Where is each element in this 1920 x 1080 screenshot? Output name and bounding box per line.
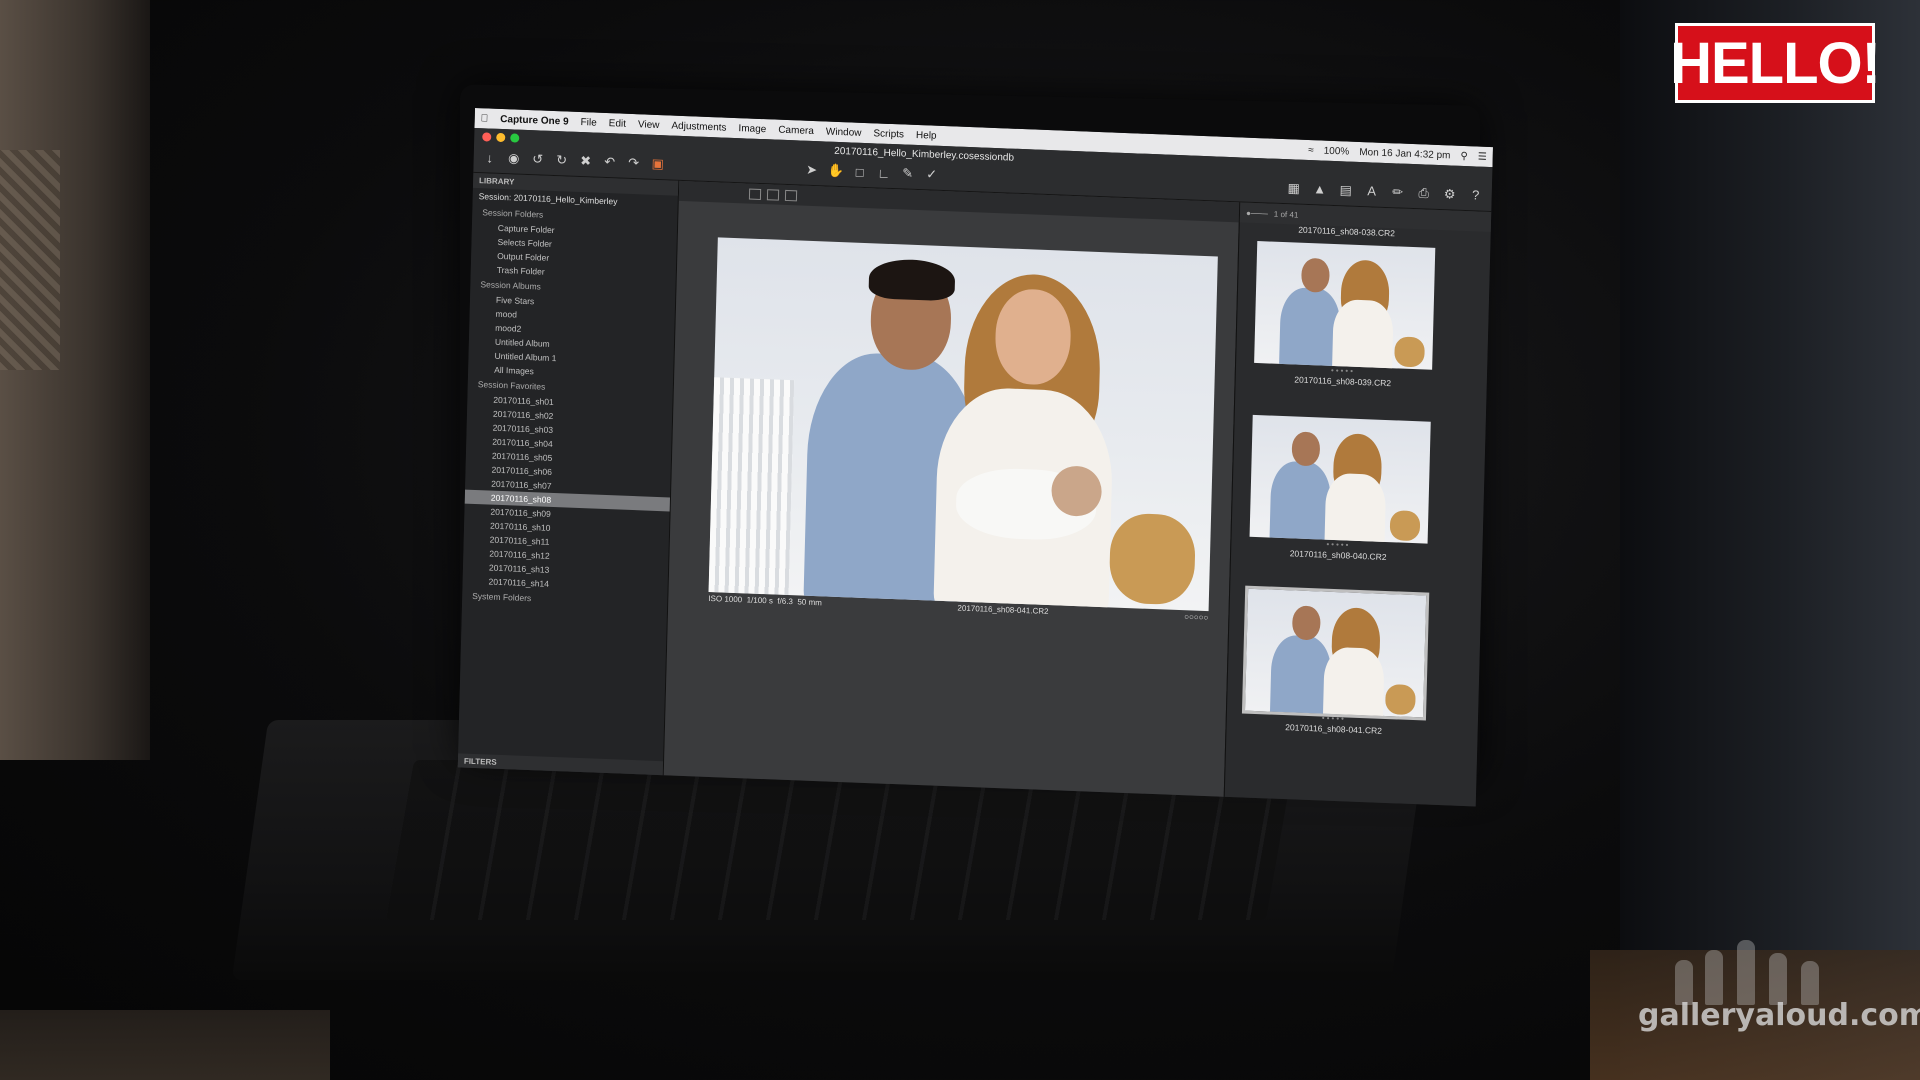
photo-filename: 20170116_sh08-041.CR2 bbox=[957, 603, 1049, 617]
browser-icon[interactable]: ▤ bbox=[1338, 182, 1354, 199]
filmstrip-thumb-selected[interactable]: ••••• 20170116_sh08-041.CR2 bbox=[1241, 585, 1430, 738]
delete-icon[interactable]: ✖ bbox=[578, 153, 594, 170]
laptop-screen:  Capture One 9 File Edit View Adjustmen… bbox=[457, 108, 1493, 807]
menu-file[interactable]: File bbox=[580, 117, 596, 129]
menubar-status: ≈ 100% Mon 16 Jan 4:32 pm ⚲ ☰ bbox=[1308, 145, 1487, 163]
background-wall-right bbox=[1620, 0, 1920, 1080]
redo-icon[interactable]: ↷ bbox=[626, 155, 642, 172]
rating-stars[interactable]: ○○○○○ bbox=[1184, 612, 1208, 629]
cursor-tool-icon[interactable]: ➤ bbox=[804, 162, 820, 179]
galleryaloud-silhouette-icon bbox=[1675, 935, 1825, 1005]
photo-cot bbox=[708, 377, 795, 596]
compare-view-icon[interactable] bbox=[784, 189, 798, 201]
clock[interactable]: Mon 16 Jan 4:32 pm bbox=[1359, 146, 1450, 160]
notification-icon[interactable]: ☰ bbox=[1478, 151, 1487, 162]
settings-icon[interactable]: ⚙ bbox=[1442, 186, 1458, 203]
import-icon[interactable]: ↓ bbox=[482, 150, 498, 166]
thumb-bear bbox=[1385, 683, 1416, 716]
menu-view[interactable]: View bbox=[638, 119, 660, 131]
menu-camera[interactable]: Camera bbox=[778, 124, 814, 136]
window-controls bbox=[482, 132, 520, 143]
thumb-woman bbox=[1331, 298, 1394, 370]
exif-info: ISO 1000 1/100 s f/6.3 50 mm bbox=[708, 594, 822, 614]
single-view-icon[interactable] bbox=[748, 188, 762, 200]
watermark: galleryaloud.com bbox=[1638, 998, 1920, 1033]
menu-window[interactable]: Window bbox=[826, 126, 862, 138]
menu-edit[interactable]: Edit bbox=[609, 118, 627, 130]
exif-aperture: f/6.3 bbox=[777, 596, 794, 607]
battery-level[interactable]: 100% bbox=[1324, 145, 1350, 157]
minimize-window-button[interactable] bbox=[496, 132, 506, 143]
photo-teddy-bear bbox=[1108, 512, 1197, 606]
help-icon[interactable]: ? bbox=[1468, 187, 1484, 204]
straighten-tool-icon[interactable]: ∟ bbox=[876, 165, 892, 181]
image-viewer: ISO 1000 1/100 s f/6.3 50 mm 20170116_sh… bbox=[663, 180, 1240, 798]
thumb-image bbox=[1241, 585, 1430, 721]
session-title: 20170116_Hello_Kimberley.cosessiondb bbox=[834, 145, 1015, 164]
close-window-button[interactable] bbox=[482, 132, 492, 142]
hello-logo: HELLO! bbox=[1670, 23, 1881, 103]
main-photo[interactable] bbox=[708, 237, 1218, 612]
process-icon[interactable]: ▣ bbox=[650, 156, 666, 173]
menu-scripts[interactable]: Scripts bbox=[873, 128, 904, 140]
filmstrip-thumb[interactable]: ••••• 20170116_sh08-040.CR2 bbox=[1249, 414, 1431, 564]
pan-tool-icon[interactable]: ✋ bbox=[828, 163, 845, 180]
menu-app-name[interactable]: Capture One 9 bbox=[500, 113, 569, 127]
camera-icon[interactable]: ◉ bbox=[506, 150, 522, 167]
app-content: LIBRARY Session: 20170116_Hello_Kimberle… bbox=[457, 172, 1492, 807]
background-wall-left bbox=[0, 0, 150, 760]
rotate-left-icon[interactable]: ↺ bbox=[530, 151, 546, 168]
library-panel: LIBRARY Session: 20170116_Hello_Kimberle… bbox=[457, 172, 680, 777]
exif-focal: 50 mm bbox=[797, 597, 822, 608]
exif-iso: ISO 1000 bbox=[708, 593, 743, 605]
thumb-man-face bbox=[1291, 431, 1321, 467]
background-radiator bbox=[0, 150, 60, 370]
photo-man-hair bbox=[868, 258, 956, 302]
spotlight-icon[interactable]: ⚲ bbox=[1460, 150, 1468, 161]
thumb-bear bbox=[1394, 336, 1425, 368]
menu-adjustments[interactable]: Adjustments bbox=[671, 120, 726, 133]
edit-icon[interactable]: ✏ bbox=[1390, 184, 1406, 201]
exif-shutter: 1/100 s bbox=[746, 595, 774, 606]
filter-slider[interactable]: ●─── bbox=[1246, 208, 1268, 218]
background-floor-left bbox=[0, 1010, 330, 1080]
zoom-window-button[interactable] bbox=[510, 133, 520, 143]
thumb-image bbox=[1249, 414, 1431, 544]
toolbar-right: ▦ ▲ ▤ A ✏ ⎙ ⚙ ? bbox=[1286, 180, 1484, 204]
filmstrip-thumb[interactable]: ••••• 20170116_sh08-039.CR2 bbox=[1254, 241, 1436, 390]
thumb-man bbox=[1269, 460, 1332, 544]
brush-tool-icon[interactable]: ✎ bbox=[900, 165, 916, 182]
rotate-right-icon[interactable]: ↻ bbox=[554, 152, 570, 169]
print-icon[interactable]: ⎙ bbox=[1416, 185, 1432, 202]
grid-view-icon[interactable]: ▦ bbox=[1286, 180, 1302, 197]
thumb-woman bbox=[1322, 646, 1385, 718]
thumb-bear bbox=[1389, 510, 1421, 542]
undo-icon[interactable]: ↶ bbox=[602, 154, 618, 171]
apple-icon[interactable]:  bbox=[481, 113, 489, 124]
image-count: 1 of 41 bbox=[1273, 209, 1299, 220]
wifi-icon[interactable]: ≈ bbox=[1308, 145, 1314, 156]
thumb-image bbox=[1254, 241, 1436, 370]
crop-tool-icon[interactable]: □ bbox=[852, 164, 868, 180]
filmstrip-panel: ●─── 1 of 41 20170116_sh08-038.CR2 •••••… bbox=[1223, 202, 1492, 807]
thumb-man-face bbox=[1301, 257, 1330, 293]
menu-image[interactable]: Image bbox=[738, 123, 766, 135]
picker-tool-icon[interactable]: ✓ bbox=[924, 166, 940, 183]
multi-view-icon[interactable] bbox=[766, 188, 780, 201]
thumb-man-face bbox=[1291, 605, 1321, 641]
menu-help[interactable]: Help bbox=[916, 129, 937, 141]
text-icon[interactable]: A bbox=[1364, 183, 1380, 200]
warning-icon[interactable]: ▲ bbox=[1312, 181, 1328, 198]
thumb-woman bbox=[1324, 472, 1387, 544]
